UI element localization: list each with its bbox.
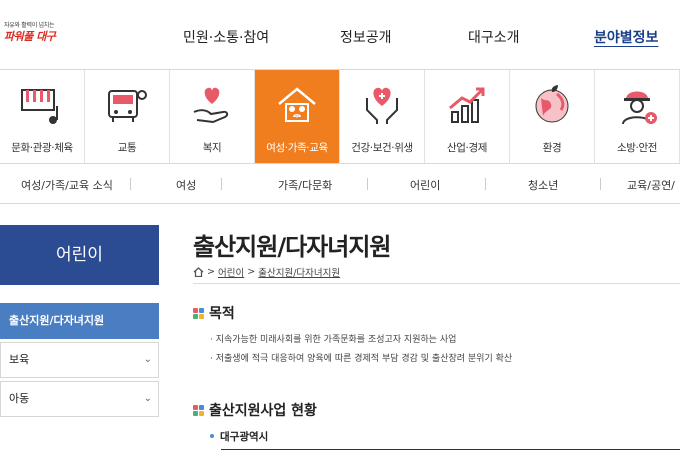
breadcrumb-separator: >	[247, 266, 259, 278]
site-header: 자유와 활력이 넘치는 파워풀 대구 민원·소통·참여 정보공개 대구소개 분야…	[0, 0, 680, 70]
section-bullet-icon	[193, 405, 204, 416]
submenu-family[interactable]: 가족/다문화	[278, 177, 332, 193]
growth-chart-icon	[449, 87, 485, 123]
family-house-icon	[278, 87, 316, 122]
piano-music-icon	[21, 89, 58, 124]
heart-hands-icon	[366, 87, 398, 124]
sidebar-item-children[interactable]: 아동 ⌄	[0, 381, 159, 417]
logo-brand: 파워풀 대구	[4, 30, 56, 43]
submenu-divider	[221, 178, 222, 190]
chevron-down-icon: ⌄	[143, 393, 152, 404]
submenu-divider	[485, 178, 486, 190]
breadcrumb-separator: >	[207, 266, 219, 278]
sidebar-item-birth-support[interactable]: 출산지원/다자녀지원	[0, 303, 159, 339]
category-label: 환경	[542, 142, 562, 154]
heart-hand-icon	[193, 87, 229, 124]
category-traffic[interactable]: 교통	[85, 70, 170, 163]
purpose-bullet: · 저출생에 적극 대응하여 양육에 따른 경제적 부담 경감 및 출산장려 분…	[210, 354, 513, 364]
earth-leaf-icon	[535, 85, 569, 123]
sub-heading-text: 대구광역시	[220, 431, 269, 443]
site-logo[interactable]: 자유와 활력이 넘치는 파워풀 대구	[4, 22, 60, 44]
category-label: 건강·보건·위생	[351, 142, 413, 154]
submenu-youth[interactable]: 청소년	[528, 177, 558, 193]
nav-civil-participation[interactable]: 민원·소통·참여	[183, 27, 269, 47]
sub-heading-daegu: 대구광역시	[210, 429, 268, 444]
firefighter-icon	[622, 91, 657, 125]
category-bar: 문화·관광·체육 교통 복지 여성·가족·교육 건강·보건·위생 산업·경제 환…	[0, 70, 680, 164]
bus-icon	[108, 90, 147, 122]
purpose-bullet-text: 지속가능한 미래사회를 위한 가족문화를 조성고자 지원하는 사업	[215, 335, 457, 345]
logo-tagline: 자유와 활력이 넘치는	[4, 22, 55, 29]
nav-field-info[interactable]: 분야별정보	[594, 27, 658, 47]
category-label: 문화·관광·체육	[11, 142, 73, 154]
divider	[193, 283, 680, 284]
category-label: 교통	[117, 142, 137, 154]
nav-about-daegu[interactable]: 대구소개	[468, 27, 520, 47]
category-welfare[interactable]: 복지	[170, 70, 255, 163]
submenu-news[interactable]: 여성/가족/교육 소식	[21, 177, 113, 193]
section-bullet-icon	[193, 308, 204, 319]
sidebar-title: 어린이	[0, 225, 159, 285]
breadcrumb: > 어린이 > 출산지원/다자녀지원	[193, 265, 340, 279]
page-title: 출산지원/다자녀지원	[193, 233, 391, 261]
sidebar-item-childcare[interactable]: 보육 ⌄	[0, 342, 159, 378]
submenu-children[interactable]: 어린이	[410, 177, 440, 193]
sub-menu: 여성/가족/교육 소식 여성 가족/다문화 어린이 청소년 교육/공연/	[0, 164, 680, 204]
section-heading-text: 출산지원사업 현황	[209, 403, 317, 419]
sidebar-item-label: 아동	[9, 392, 30, 405]
submenu-women[interactable]: 여성	[176, 177, 196, 193]
category-label: 여성·가족·교육	[266, 142, 328, 154]
submenu-education-performance[interactable]: 교육/공연/	[627, 177, 675, 193]
category-culture[interactable]: 문화·관광·체육	[0, 70, 85, 163]
submenu-divider	[130, 178, 131, 190]
category-label: 산업·경제	[447, 142, 487, 154]
category-health[interactable]: 건강·보건·위생	[340, 70, 425, 163]
bullet-dot-icon	[210, 434, 214, 438]
submenu-divider	[600, 178, 601, 190]
category-label: 복지	[202, 142, 222, 154]
category-industry-economy[interactable]: 산업·경제	[425, 70, 510, 163]
breadcrumb-link[interactable]: 어린이	[218, 268, 244, 279]
section-heading-purpose: 목적	[193, 303, 235, 323]
section-heading-text: 목적	[209, 306, 235, 322]
nav-info-disclosure[interactable]: 정보공개	[340, 27, 392, 47]
submenu-divider	[367, 178, 368, 190]
purpose-bullet-text: 저출생에 적극 대응하여 양육에 따른 경제적 부담 경감 및 출산장려 분위기…	[215, 354, 513, 364]
chevron-down-icon: ⌄	[143, 354, 152, 365]
category-label: 소방·안전	[617, 142, 657, 154]
breadcrumb-current[interactable]: 출산지원/다자녀지원	[258, 268, 340, 279]
purpose-bullet: · 지속가능한 미래사회를 위한 가족문화를 조성고자 지원하는 사업	[210, 335, 457, 345]
home-icon[interactable]	[193, 267, 204, 277]
category-women-family-education[interactable]: 여성·가족·교육	[255, 70, 340, 163]
category-environment[interactable]: 환경	[510, 70, 595, 163]
category-fire-safety[interactable]: 소방·안전	[595, 70, 680, 163]
sidebar-item-label: 출산지원/다자녀지원	[9, 314, 105, 327]
section-heading-status: 출산지원사업 현황	[193, 400, 317, 420]
sidebar-item-label: 보육	[9, 353, 30, 366]
